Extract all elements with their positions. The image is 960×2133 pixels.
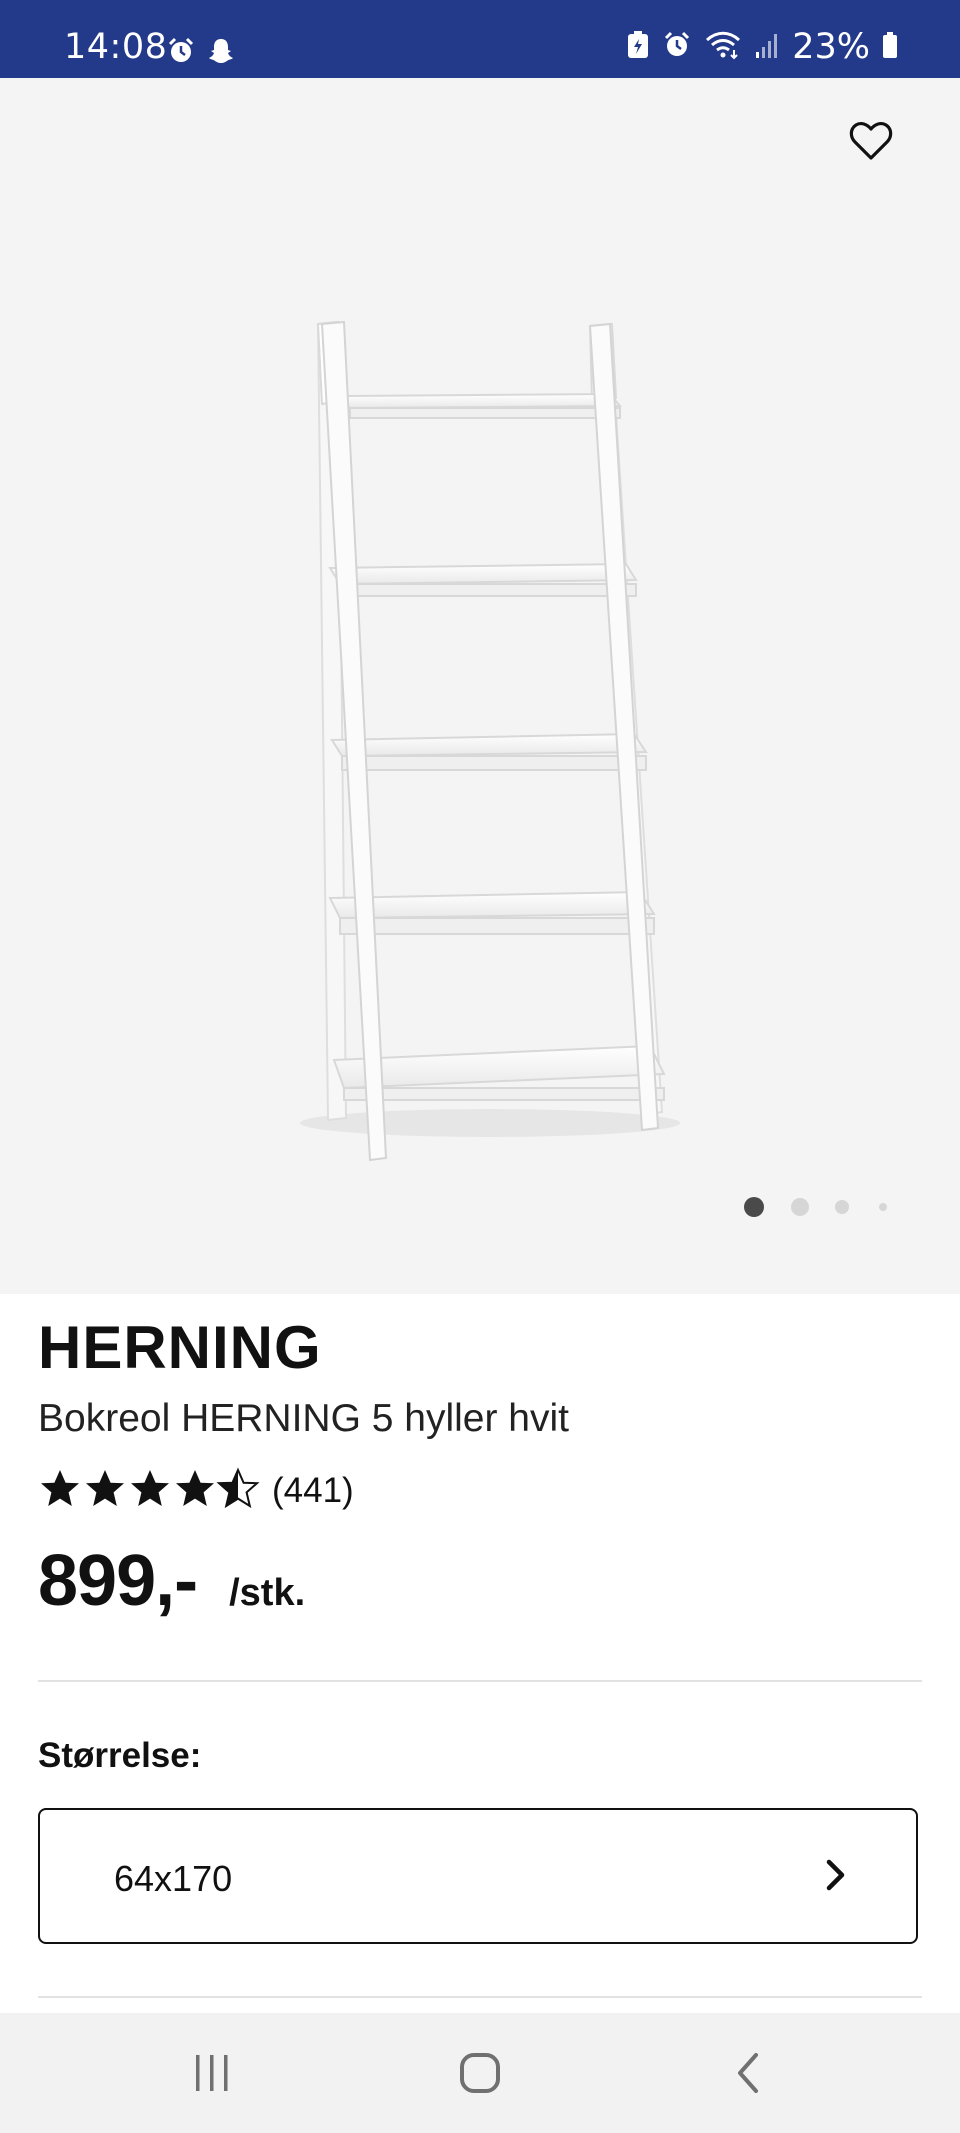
- back-icon[interactable]: [734, 2051, 764, 2100]
- alarm-icon: [662, 30, 692, 65]
- snapchat-icon: [206, 36, 236, 71]
- size-selector[interactable]: 64x170: [38, 1808, 918, 1944]
- image-pagination-dots: [744, 1197, 887, 1217]
- status-time: 14:08: [64, 27, 168, 67]
- recent-apps-icon[interactable]: [192, 2051, 232, 2100]
- favorite-heart-icon[interactable]: [848, 118, 894, 164]
- size-label: Størrelse:: [38, 1736, 202, 1775]
- alarm-icon: [166, 36, 196, 71]
- status-bar: 14:08 23%: [0, 0, 960, 78]
- wifi-icon: [704, 30, 742, 65]
- review-count[interactable]: (441): [272, 1471, 354, 1511]
- product-price: 899,-: [38, 1541, 198, 1621]
- product-name: Bokreol HERNING 5 hyller hvit: [38, 1397, 569, 1440]
- battery-icon: [882, 30, 898, 65]
- product-image: [300, 320, 680, 1162]
- battery-percent: 23%: [792, 27, 870, 67]
- system-navigation-bar: [0, 2013, 960, 2133]
- divider: [38, 1996, 922, 1998]
- battery-saver-icon: [626, 30, 650, 65]
- price-unit: /stk.: [229, 1572, 306, 1614]
- divider: [38, 1680, 922, 1682]
- price-row: 899,- /stk.: [38, 1540, 305, 1622]
- pagination-dot-active[interactable]: [744, 1197, 764, 1217]
- product-rating[interactable]: (441): [38, 1466, 354, 1515]
- product-image-gallery[interactable]: [0, 78, 960, 1294]
- star-rating-icon: [38, 1466, 260, 1515]
- signal-icon: [754, 30, 780, 65]
- size-value: 64x170: [114, 1858, 233, 1899]
- home-icon[interactable]: [458, 2051, 502, 2100]
- pagination-dot[interactable]: [791, 1198, 809, 1216]
- chevron-right-icon: [822, 1855, 850, 1900]
- pagination-dot[interactable]: [879, 1203, 887, 1211]
- product-brand: HERNING: [38, 1314, 322, 1381]
- pagination-dot[interactable]: [835, 1200, 849, 1214]
